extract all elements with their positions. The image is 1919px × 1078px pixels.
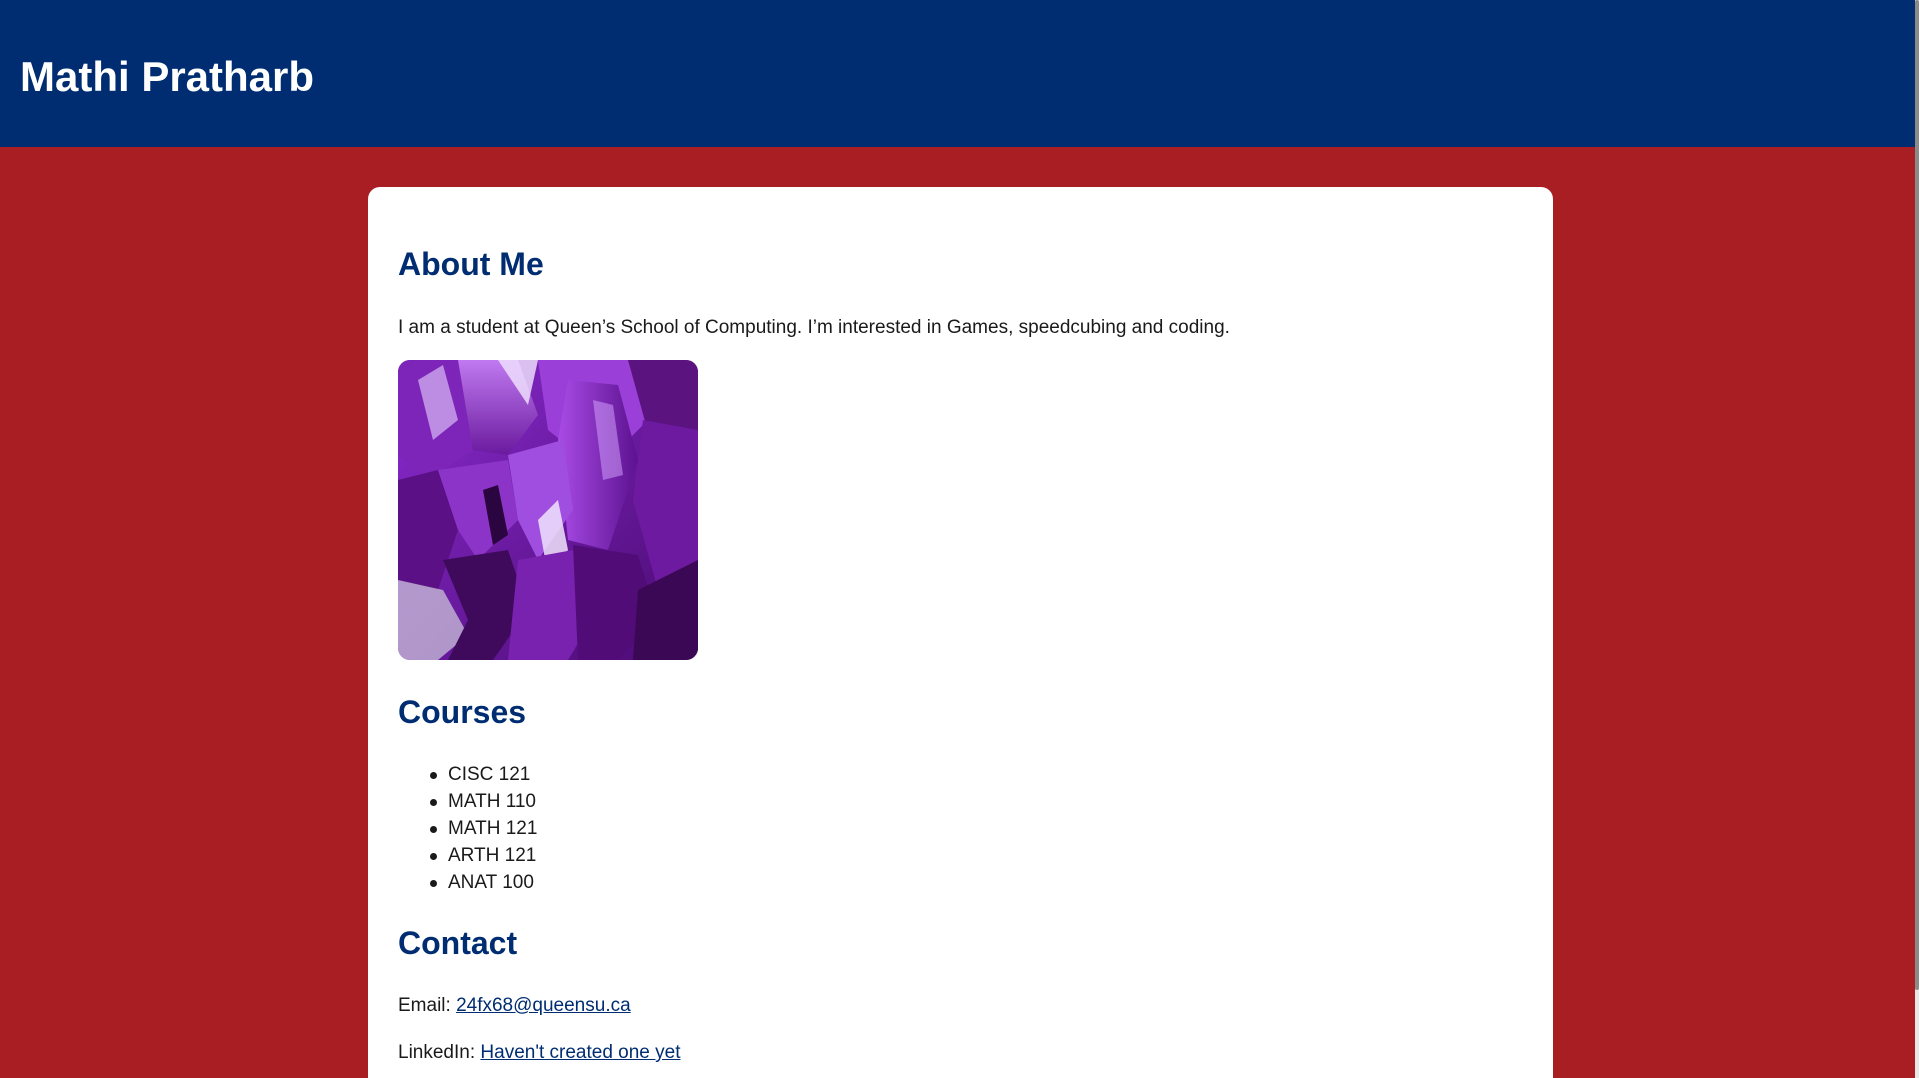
course-item: ARTH 121: [398, 842, 537, 869]
courses-heading: Courses: [398, 694, 527, 730]
email-link[interactable]: 24fx68@queensu.ca: [456, 995, 631, 1016]
course-item: ANAT 100: [398, 869, 537, 896]
contact-heading: Contact: [398, 925, 518, 961]
course-list: CISC 121 MATH 110 MATH 121 ARTH 121 ANAT…: [398, 761, 537, 896]
bullet-icon: [430, 772, 437, 779]
linkedin-line: LinkedIn: Haven't created one yet: [398, 1041, 681, 1065]
course-item: CISC 121: [398, 761, 537, 788]
about-text: I am a student at Queen’s School of Comp…: [398, 317, 1230, 338]
course-item: MATH 121: [398, 815, 537, 842]
linkedin-label: LinkedIn:: [398, 1042, 476, 1063]
site-header: Mathi Pratharb: [0, 0, 1915, 147]
bullet-icon: [430, 826, 437, 833]
profile-image: [398, 360, 698, 660]
content-card: About Me I am a student at Queen’s Schoo…: [368, 187, 1553, 1078]
bullet-icon: [430, 799, 437, 806]
vertical-scrollbar[interactable]: [1915, 0, 1919, 1078]
scrollbar-thumb[interactable]: [1915, 0, 1919, 990]
course-item: MATH 110: [398, 788, 537, 815]
bullet-icon: [430, 880, 437, 887]
email-line: Email: 24fx68@queensu.ca: [398, 994, 631, 1018]
site-title: Mathi Pratharb: [20, 53, 315, 100]
bullet-icon: [430, 853, 437, 860]
about-heading: About Me: [398, 246, 544, 282]
email-label: Email:: [398, 995, 451, 1016]
linkedin-link[interactable]: Haven't created one yet: [480, 1042, 680, 1063]
